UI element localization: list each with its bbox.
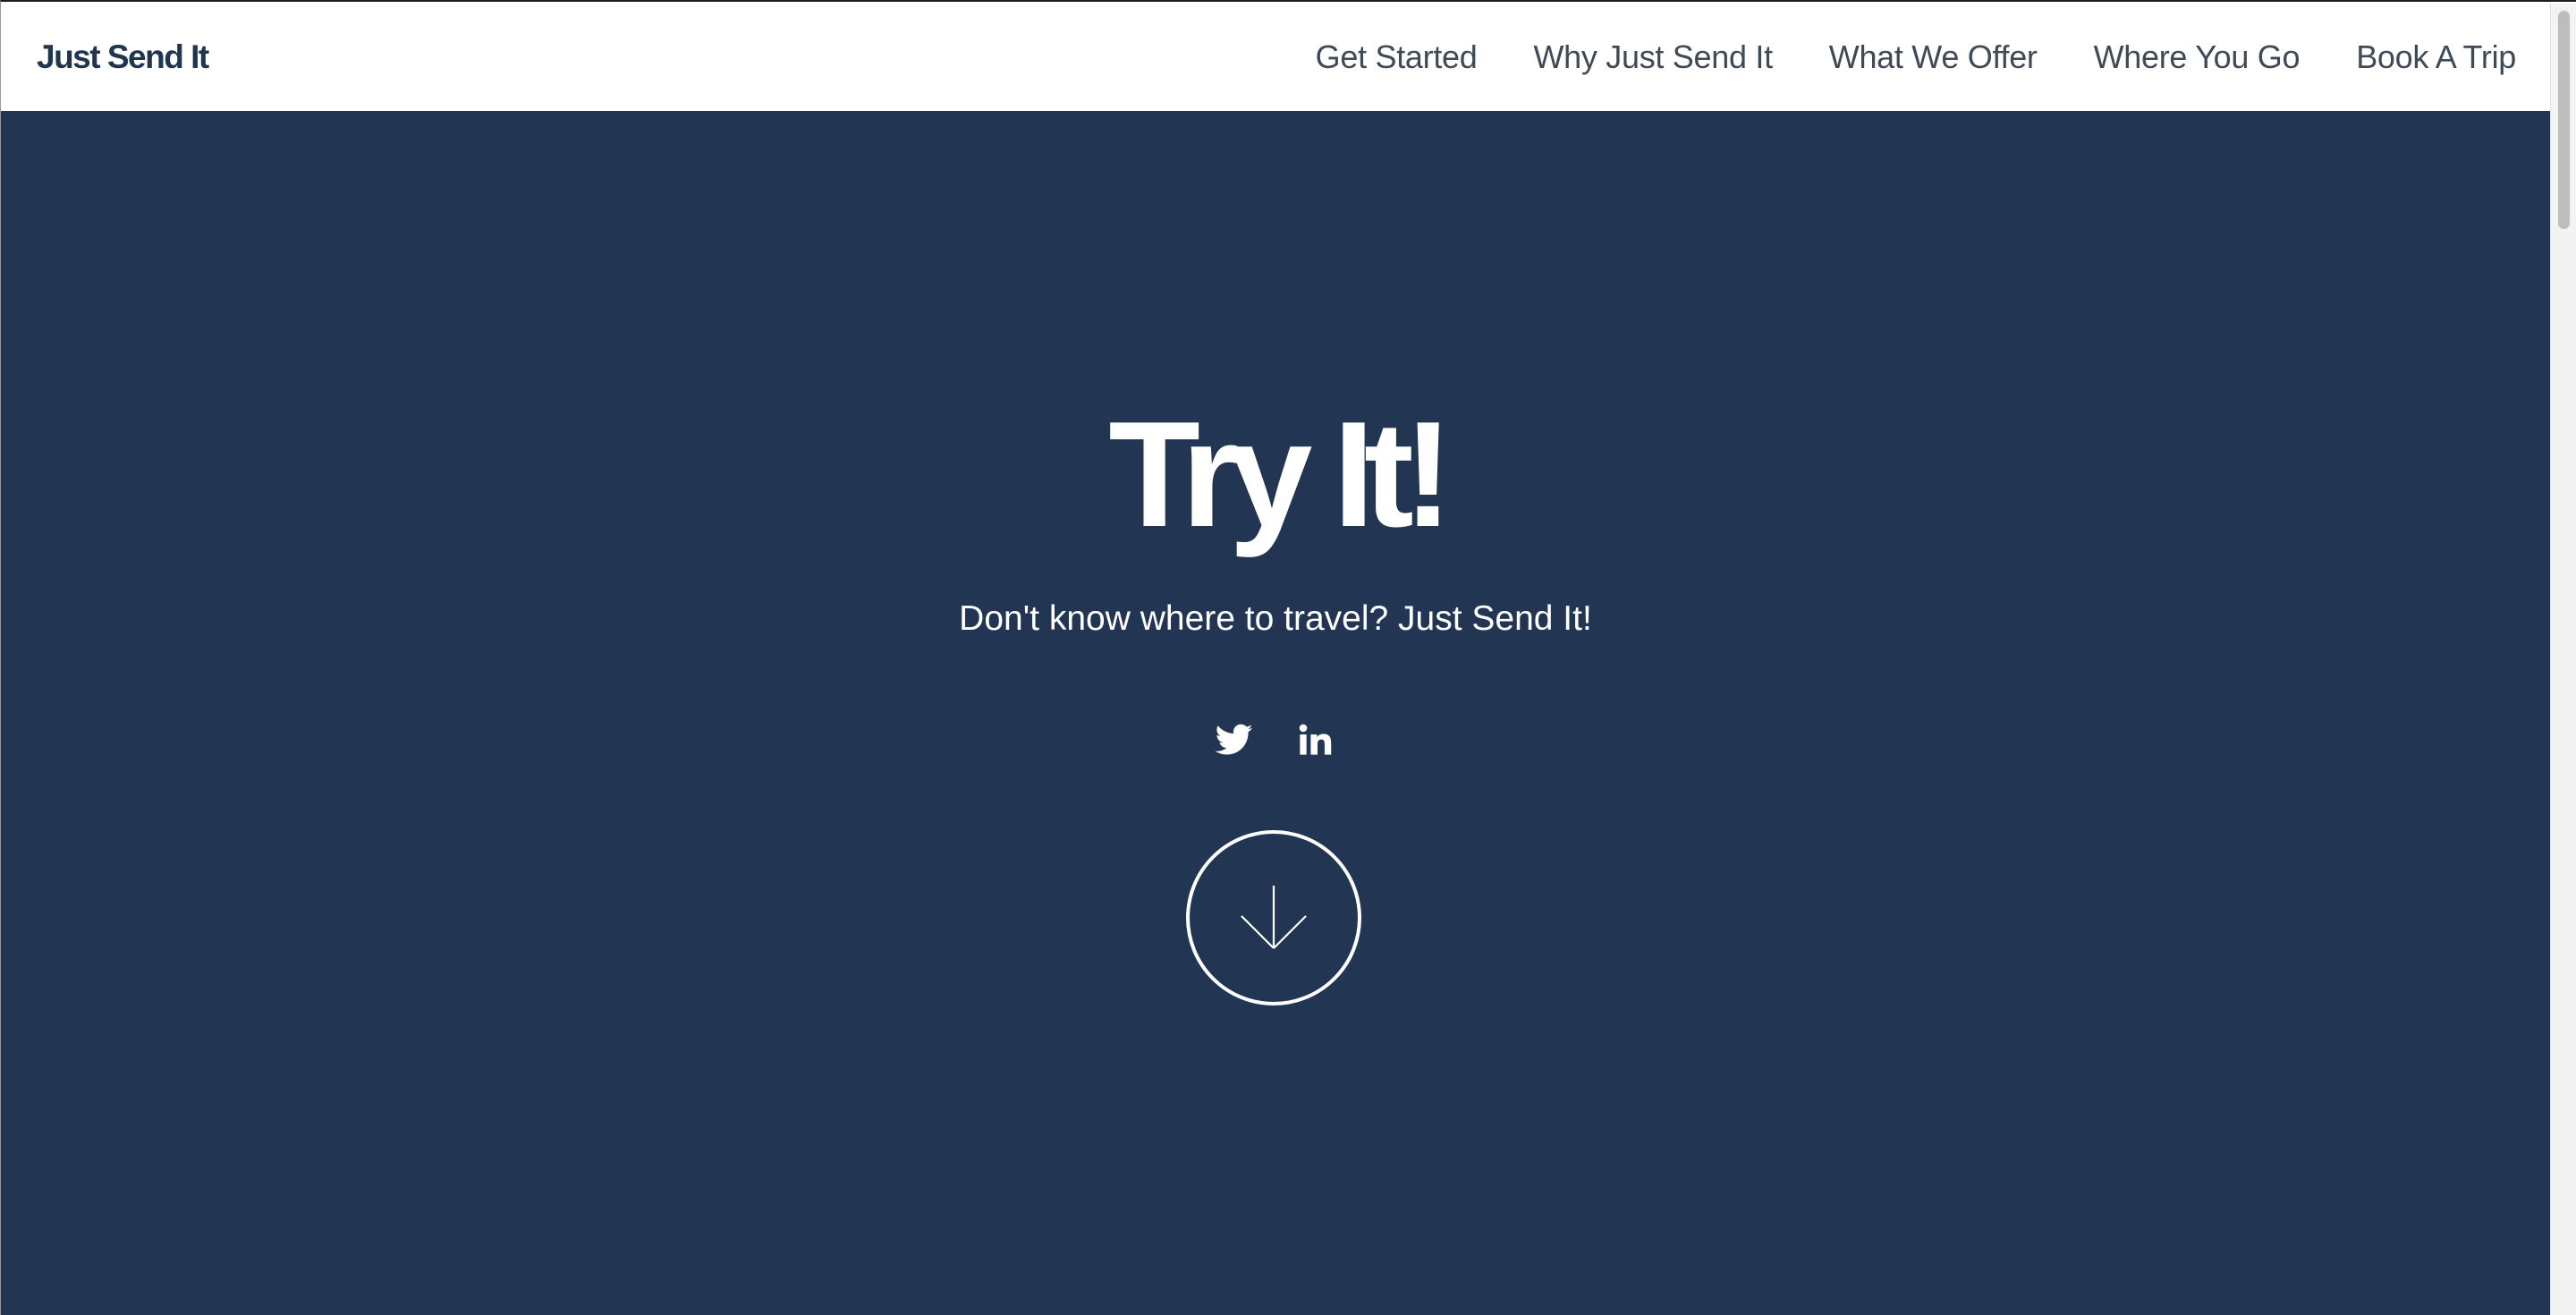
social-links <box>1212 701 1337 778</box>
nav-link-what-we-offer[interactable]: What We Offer <box>1829 38 2038 76</box>
hero-title: Try It! <box>1108 390 1453 558</box>
nav-links: Get Started Why Just Send It What We Off… <box>1316 38 2517 76</box>
hero-subtitle: Don't know where to travel? Just Send It… <box>959 599 1592 638</box>
nav-link-book-a-trip[interactable]: Book A Trip <box>2356 38 2516 76</box>
browser-viewport: Just Send It Get Started Why Just Send I… <box>0 0 2576 1315</box>
scrollbar-thumb[interactable] <box>2558 11 2570 229</box>
brand-logo-link[interactable]: Just Send It <box>37 38 209 76</box>
twitter-link[interactable] <box>1212 701 1257 778</box>
linkedin-link[interactable] <box>1292 701 1337 778</box>
nav-link-get-started[interactable]: Get Started <box>1316 38 1478 76</box>
linkedin-icon <box>1299 724 1332 755</box>
top-navbar: Just Send It Get Started Why Just Send I… <box>1 4 2550 111</box>
vertical-scrollbar[interactable] <box>2550 4 2576 1315</box>
scroll-down-button[interactable] <box>1186 830 1361 1005</box>
nav-link-why-just-send-it[interactable]: Why Just Send It <box>1533 38 1773 76</box>
twitter-icon <box>1216 724 1253 755</box>
nav-link-where-you-go[interactable]: Where You Go <box>2094 38 2301 76</box>
arrow-down-icon <box>1241 886 1307 949</box>
hero-section: Try It! Don't know where to travel? Just… <box>1 111 2550 1315</box>
